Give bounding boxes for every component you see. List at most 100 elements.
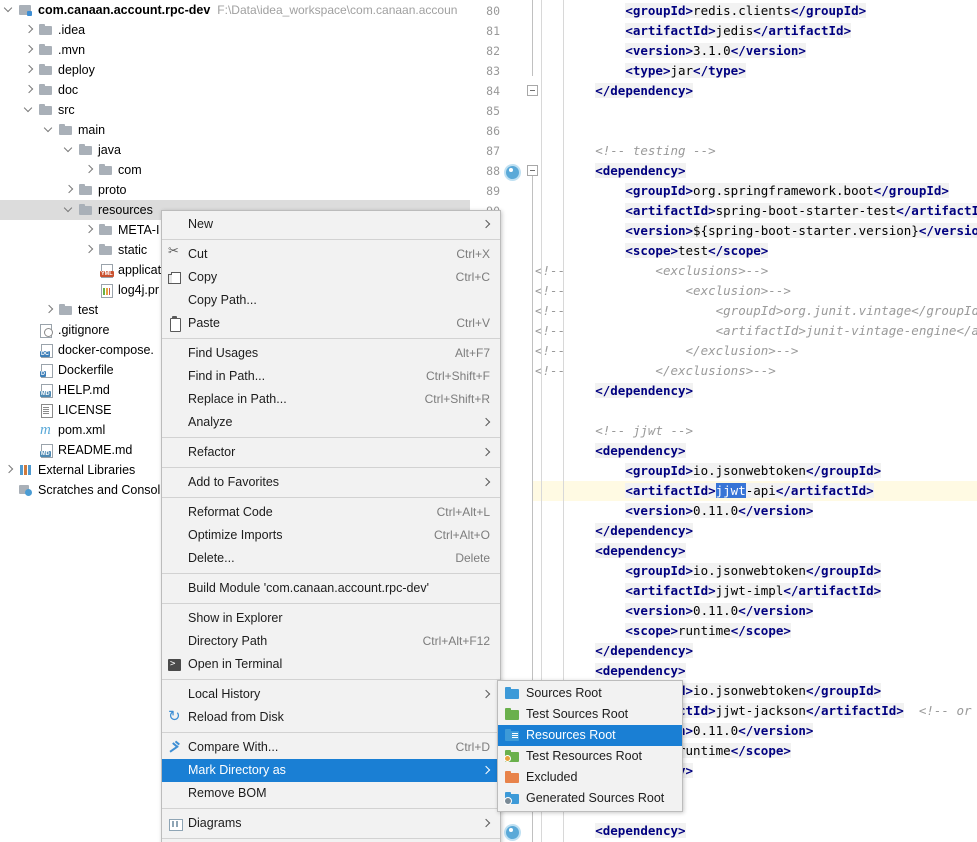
- code-line[interactable]: <!-- </exclusions>-->: [533, 361, 776, 381]
- maven-dependency-gutter-icon[interactable]: [503, 823, 521, 841]
- submenu-item-test-sources-root[interactable]: Test Sources Root: [498, 704, 682, 725]
- code-line[interactable]: [533, 101, 535, 121]
- menu-item-add-to-favorites[interactable]: Add to Favorites: [162, 471, 500, 494]
- code-line[interactable]: [533, 401, 535, 421]
- chevron-right-icon[interactable]: [84, 245, 95, 256]
- code-line[interactable]: <!-- </exclusion>-->: [533, 341, 798, 361]
- code-line[interactable]: <artifactId>jedis</artifactId>: [533, 21, 852, 41]
- code-line[interactable]: <!-- testing -->: [533, 141, 715, 161]
- code-line[interactable]: <dependency>: [533, 541, 686, 561]
- menu-item-diagrams[interactable]: Diagrams: [162, 812, 500, 835]
- menu-item-directory-path[interactable]: Directory Path Ctrl+Alt+F12: [162, 630, 500, 653]
- menu-item-reformat-code[interactable]: Reformat Code Ctrl+Alt+L: [162, 501, 500, 524]
- submenu-item-generated-sources-root[interactable]: Generated Sources Root: [498, 788, 682, 809]
- chevron-right-icon[interactable]: [64, 185, 75, 196]
- mark-directory-as-submenu[interactable]: Sources Root Test Sources Root Resources R…: [497, 680, 683, 812]
- menu-item-show-in-explorer[interactable]: Show in Explorer: [162, 607, 500, 630]
- submenu-item-test-resources-root[interactable]: Test Resources Root: [498, 746, 682, 767]
- menu-item-reload-from-disk[interactable]: Reload from Disk: [162, 706, 500, 729]
- menu-item-open-in-terminal[interactable]: Open in Terminal: [162, 653, 500, 676]
- menu-item-label: Mark Directory as: [188, 763, 286, 777]
- code-line[interactable]: <scope>runtime</scope>: [533, 621, 791, 641]
- chevron-right-icon[interactable]: [24, 45, 35, 56]
- code-line[interactable]: <groupId>org.springframework.boot</group…: [533, 181, 949, 201]
- submenu-item-resources-root[interactable]: Resources Root: [498, 725, 682, 746]
- tree-row-main[interactable]: main: [0, 120, 470, 140]
- tree-row-idea[interactable]: .idea: [0, 20, 470, 40]
- code-line[interactable]: </dependency>: [533, 381, 694, 401]
- submenu-item-excluded[interactable]: Excluded: [498, 767, 682, 788]
- menu-item-find-in-path[interactable]: Find in Path... Ctrl+Shift+F: [162, 365, 500, 388]
- chevron-down-icon[interactable]: [24, 105, 35, 116]
- code-line[interactable]: <groupId>io.jsonwebtoken</groupId>: [533, 461, 882, 481]
- menu-item-label: Directory Path: [188, 634, 268, 648]
- code-line[interactable]: <!-- <exclusions>-->: [533, 261, 768, 281]
- menu-item-remove-bom[interactable]: Remove BOM: [162, 782, 500, 805]
- chevron-right-icon[interactable]: [84, 225, 95, 236]
- code-line[interactable]: <artifactId>jjwt-impl</artifactId>: [533, 581, 882, 601]
- tree-row-mvn[interactable]: .mvn: [0, 40, 470, 60]
- code-line[interactable]: <artifactId>spring-boot-starter-test</ar…: [533, 201, 977, 221]
- menu-item-paste[interactable]: Paste Ctrl+V: [162, 312, 500, 335]
- code-line[interactable]: <!-- <groupId>org.junit.vintage</groupId…: [533, 301, 977, 321]
- code-line[interactable]: </dependency>: [533, 81, 694, 101]
- menu-item-local-history[interactable]: Local History: [162, 683, 500, 706]
- menu-item-find-usages[interactable]: Find Usages Alt+F7: [162, 342, 500, 365]
- code-line[interactable]: </dependency>: [533, 641, 694, 661]
- submenu-item-label: Test Resources Root: [526, 749, 643, 763]
- code-line[interactable]: <version>${spring-boot-starter.version}<…: [533, 221, 977, 241]
- code-line[interactable]: <artifactId>jjwt-api</artifactId>: [533, 481, 977, 501]
- tree-row-proto[interactable]: proto: [0, 180, 470, 200]
- chevron-down-icon[interactable]: [4, 5, 15, 16]
- code-line[interactable]: <!-- <exclusion>-->: [533, 281, 791, 301]
- chevron-right-icon[interactable]: [24, 85, 35, 96]
- context-menu[interactable]: New Cut Ctrl+X Copy Ctrl+C Copy Path... Paste C…: [161, 210, 501, 842]
- menu-item-delete[interactable]: Delete... Delete: [162, 547, 500, 570]
- code-line[interactable]: <version>0.11.0</version>: [533, 501, 814, 521]
- chevron-down-icon[interactable]: [44, 125, 55, 136]
- menu-item-mark-directory-as[interactable]: Mark Directory as: [162, 759, 500, 782]
- code-line[interactable]: <!-- <artifactId>junit-vintage-engine</a…: [533, 321, 977, 341]
- menu-item-copy[interactable]: Copy Ctrl+C: [162, 266, 500, 289]
- tree-row-doc[interactable]: doc: [0, 80, 470, 100]
- menu-item-analyze[interactable]: Analyze: [162, 411, 500, 434]
- paste-icon: [167, 315, 183, 332]
- menu-item-replace-in-path[interactable]: Replace in Path... Ctrl+Shift+R: [162, 388, 500, 411]
- submenu-item-sources-root[interactable]: Sources Root: [498, 683, 682, 704]
- code-line[interactable]: <scope>test</scope>: [533, 241, 769, 261]
- maven-dependency-gutter-icon[interactable]: [503, 163, 521, 181]
- code-line[interactable]: <dependency>: [533, 661, 686, 681]
- menu-item-optimize-imports[interactable]: Optimize Imports Ctrl+Alt+O: [162, 524, 500, 547]
- code-line[interactable]: <version>0.11.0</version>: [533, 601, 814, 621]
- blue-folder-icon: [504, 686, 520, 702]
- menu-item-cut[interactable]: Cut Ctrl+X: [162, 243, 500, 266]
- code-line[interactable]: <dependency>: [533, 821, 686, 841]
- code-line[interactable]: <version>3.1.0</version>: [533, 41, 806, 61]
- chevron-down-icon[interactable]: [64, 205, 75, 216]
- code-line[interactable]: <groupId>io.jsonwebtoken</groupId>: [533, 561, 882, 581]
- tree-row-com[interactable]: com: [0, 160, 470, 180]
- tree-row-deploy[interactable]: deploy: [0, 60, 470, 80]
- menu-item-copy-path[interactable]: Copy Path...: [162, 289, 500, 312]
- menu-item-build-module-com-canaan-account-rpc-dev[interactable]: Build Module 'com.canaan.account.rpc-dev…: [162, 577, 500, 600]
- chevron-down-icon[interactable]: [64, 145, 75, 156]
- chevron-right-icon[interactable]: [44, 305, 55, 316]
- tree-row-src[interactable]: src: [0, 100, 470, 120]
- tree-row-java[interactable]: java: [0, 140, 470, 160]
- chevron-right-icon[interactable]: [84, 165, 95, 176]
- tree-row-project-root[interactable]: com.canaan.account.rpc-dev F:\Data\idea_…: [0, 0, 470, 20]
- code-line[interactable]: <dependency>: [533, 161, 686, 181]
- code-line[interactable]: <!-- jjwt -->: [533, 421, 693, 441]
- chevron-right-icon[interactable]: [24, 25, 35, 36]
- chevron-right-icon[interactable]: [24, 65, 35, 76]
- chevron-right-icon[interactable]: [4, 465, 15, 476]
- code-line[interactable]: </dependency>: [533, 521, 694, 541]
- code-line[interactable]: <groupId>redis.clients</groupId>: [533, 1, 867, 21]
- menu-item-new[interactable]: New: [162, 213, 500, 236]
- code-line[interactable]: <type>jar</type>: [533, 61, 746, 81]
- menu-item-compare-with[interactable]: Compare With... Ctrl+D: [162, 736, 500, 759]
- menu-item-refactor[interactable]: Refactor: [162, 441, 500, 464]
- code-line[interactable]: <dependency>: [533, 441, 686, 461]
- code-line[interactable]: [533, 121, 535, 141]
